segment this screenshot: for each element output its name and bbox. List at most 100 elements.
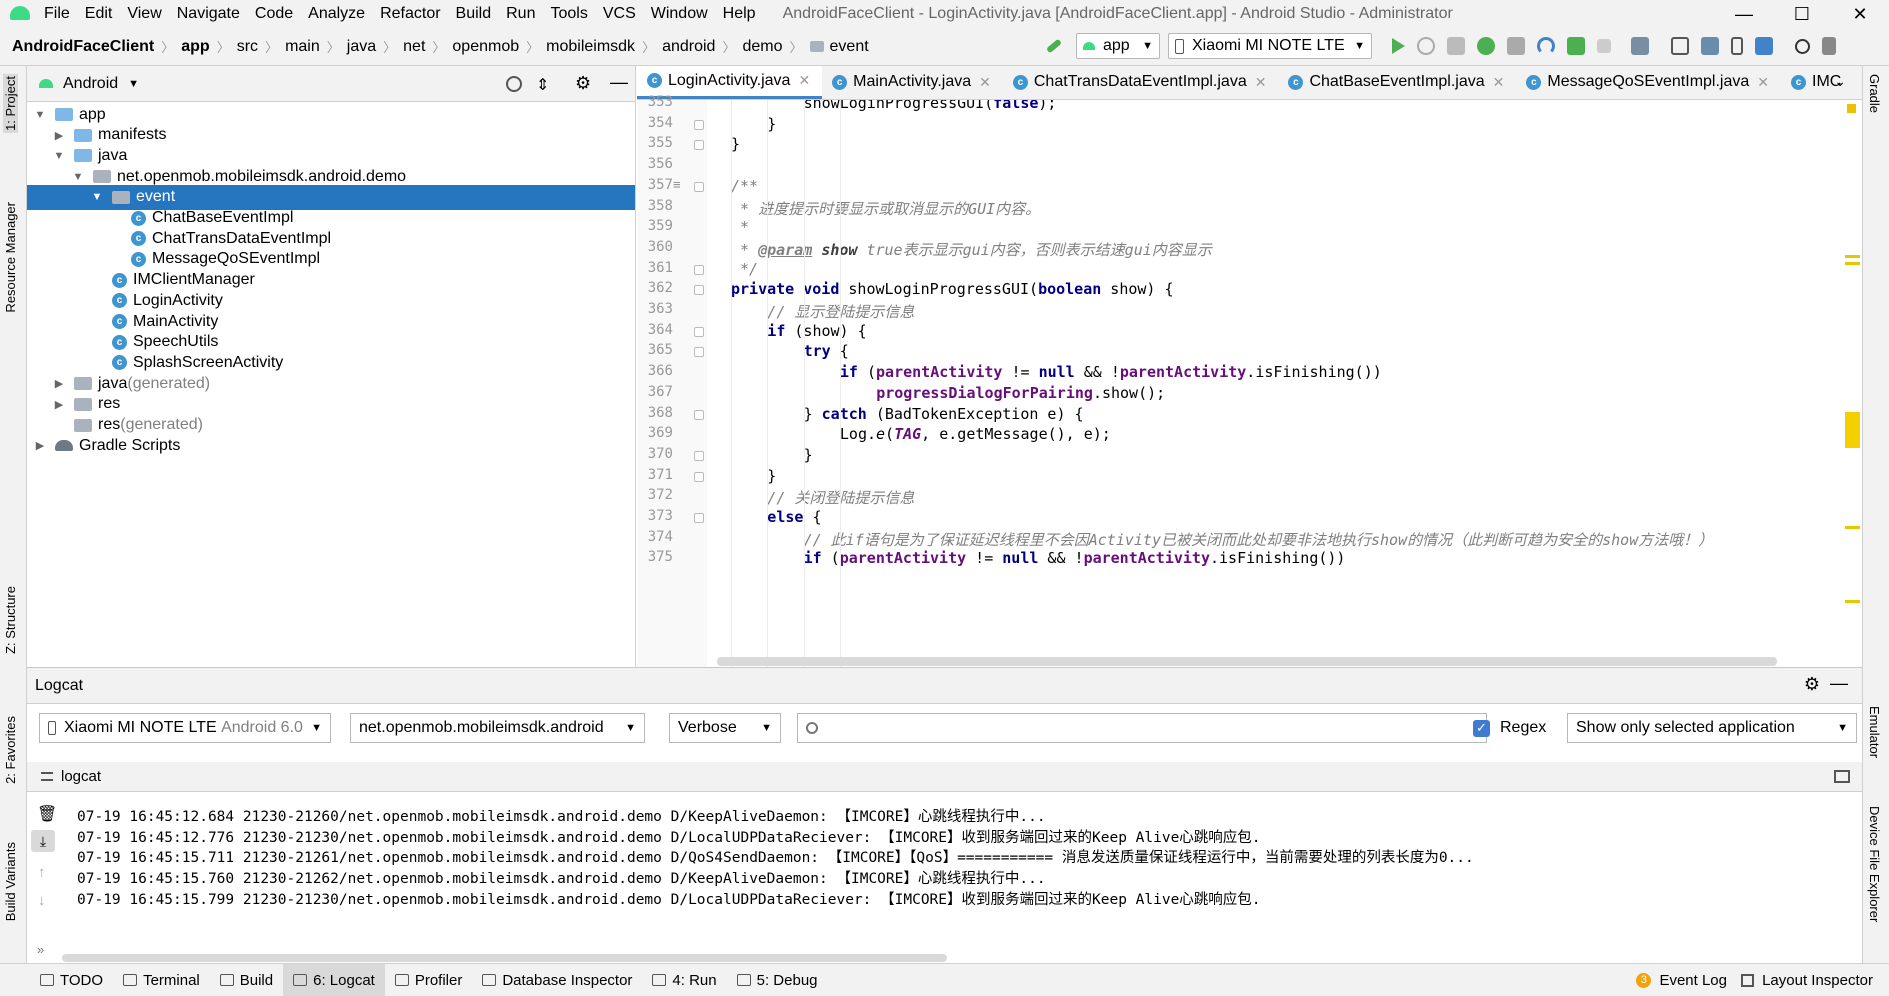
tool-tab-structure[interactable]: Z: Structure [3, 586, 18, 654]
log-level-select[interactable]: Verbose ▼ [669, 713, 781, 743]
menu-window[interactable]: Window [651, 5, 708, 23]
menu-edit[interactable]: Edit [85, 5, 113, 23]
hide-icon[interactable]: — [610, 72, 628, 93]
menu-navigate[interactable]: Navigate [177, 5, 240, 23]
menu-code[interactable]: Code [255, 5, 293, 23]
menu-analyze[interactable]: Analyze [308, 5, 365, 23]
code-line[interactable]: } [767, 467, 776, 485]
gear-icon[interactable]: ⚙ [1804, 674, 1820, 695]
run-config-select[interactable]: app ▼ [1076, 33, 1160, 59]
code-line[interactable]: */ [731, 260, 758, 278]
breadcrumb-item[interactable]: src [237, 38, 258, 56]
code-line[interactable]: } catch (BadTokenException e) { [804, 405, 1084, 423]
close-tab-icon[interactable]: ✕ [1255, 74, 1267, 91]
editor-tab[interactable]: c ChatTransDataEventImpl.java ✕ [1003, 66, 1279, 99]
layout-icon[interactable] [1834, 770, 1850, 783]
locate-icon[interactable] [506, 76, 522, 92]
log-line[interactable]: 07-19 16:45:15.799 21230-21230/net.openm… [77, 888, 1261, 909]
event-log-button[interactable]: 3 Event Log [1626, 964, 1737, 996]
code-line[interactable]: showLoginProgressGUI(false); [804, 100, 1057, 112]
tool-tab-favorites[interactable]: 2: Favorites [3, 716, 18, 784]
profiler-icon[interactable] [1537, 37, 1555, 55]
code-line[interactable]: } [767, 115, 776, 133]
tool-tab-build-variants[interactable]: Build Variants [3, 842, 18, 921]
structure-icon[interactable] [1822, 37, 1836, 55]
menu-tools[interactable]: Tools [550, 5, 587, 23]
log-search-box[interactable] [797, 713, 1487, 743]
code-line[interactable]: if (show) { [767, 322, 866, 340]
log-line[interactable]: 07-19 16:45:12.684 21230-21260/net.openm… [77, 805, 1046, 826]
collapsed-arrow-icon[interactable]: ▶ [33, 439, 47, 452]
bottom-tab-todo[interactable]: TODO [30, 964, 113, 996]
device-manager-icon[interactable] [1731, 37, 1743, 55]
menu-vcs[interactable]: VCS [603, 5, 636, 23]
attach-process-icon[interactable] [1567, 37, 1585, 55]
close-icon[interactable]: ✕ [1831, 0, 1889, 28]
collapse-all-icon[interactable]: ⇕ [536, 75, 549, 95]
close-tab-icon[interactable]: ✕ [1493, 74, 1505, 91]
logcat-subtab[interactable]: logcat [61, 768, 101, 785]
tool-tab-project[interactable]: 1: Project [3, 74, 18, 133]
hide-icon[interactable]: — [1830, 673, 1848, 694]
bottom-tab-build[interactable]: Build [210, 964, 283, 996]
gear-icon[interactable]: ⚙ [575, 73, 591, 94]
editor-tab[interactable]: c ChatBaseEventImpl.java ✕ [1278, 66, 1516, 99]
expanded-arrow-icon[interactable]: ▼ [33, 109, 47, 121]
bottom-tab-debug[interactable]: 5: Debug [727, 964, 828, 996]
maximize-icon[interactable]: ☐ [1773, 0, 1831, 28]
breadcrumb-item[interactable]: mobileimsdk [546, 38, 635, 56]
close-tab-icon[interactable]: ✕ [798, 72, 810, 89]
debug-icon[interactable] [1477, 37, 1495, 55]
code-line[interactable]: * 进度提示时要显示或取消显示的GUI内容。 [731, 198, 1040, 219]
collapsed-arrow-icon[interactable]: ▶ [52, 398, 66, 411]
close-tab-icon[interactable]: ✕ [979, 74, 991, 91]
collapsed-arrow-icon[interactable]: ▶ [52, 377, 66, 390]
search-icon[interactable] [1795, 38, 1810, 54]
hammer-build-icon[interactable] [1045, 38, 1063, 54]
chevron-down-icon[interactable]: ▼ [128, 78, 139, 90]
editor-tab[interactable]: c MessageQoSEventImpl.java ✕ [1516, 66, 1781, 99]
apply-changes-icon[interactable] [1417, 37, 1435, 55]
minimize-icon[interactable]: — [1715, 0, 1773, 28]
code-line[interactable]: try { [804, 342, 849, 360]
expanded-arrow-icon[interactable]: ▼ [52, 150, 66, 162]
code-line[interactable]: if (parentActivity != null && !parentAct… [840, 363, 1382, 381]
sync-project-icon[interactable] [1631, 37, 1649, 55]
breadcrumb-item[interactable]: android [662, 38, 715, 56]
regex-checkbox[interactable]: ✓ Regex [1473, 719, 1546, 737]
editor-tab[interactable]: c MainActivity.java ✕ [822, 66, 1003, 99]
project-view-select[interactable]: Android [63, 75, 118, 93]
breadcrumb-item[interactable]: openmob [452, 38, 519, 56]
layout-inspector-button[interactable]: Layout Inspector [1731, 964, 1883, 996]
code-line[interactable]: /** [731, 177, 758, 195]
code-line[interactable]: else { [767, 508, 821, 526]
filter-select[interactable]: Show only selected application ▼ [1567, 713, 1857, 743]
device-select[interactable]: Xiaomi MI NOTE LTE Android 6.0 ▼ [39, 713, 331, 743]
down-arrow-icon[interactable]: ↓ [38, 892, 46, 909]
menu-build[interactable]: Build [456, 5, 492, 23]
bottom-tab-terminal[interactable]: Terminal [113, 964, 210, 996]
collapsed-arrow-icon[interactable]: ▶ [52, 129, 66, 142]
checkbox-checked-icon[interactable]: ✓ [1473, 719, 1490, 737]
log-line[interactable]: 07-19 16:45:12.776 21230-21230/net.openm… [77, 826, 1261, 847]
expanded-arrow-icon[interactable]: ▼ [90, 191, 104, 203]
layout-inspector-icon[interactable] [1755, 37, 1773, 55]
breadcrumb-item[interactable]: demo [742, 38, 782, 56]
up-arrow-icon[interactable]: ↑ [38, 864, 46, 881]
breadcrumb-item[interactable]: event [830, 38, 869, 56]
menu-view[interactable]: View [127, 5, 161, 23]
process-select[interactable]: net.openmob.mobileimsdk.android ▼ [350, 713, 645, 743]
breadcrumb-item[interactable]: AndroidFaceClient [12, 38, 154, 56]
log-line[interactable]: 07-19 16:45:15.711 21230-21261/net.openm… [77, 846, 1474, 867]
scroll-to-end-icon[interactable]: ⤓ [31, 830, 55, 852]
bottom-tab-profiler[interactable]: Profiler [385, 964, 473, 996]
close-tab-icon[interactable]: ✕ [1757, 74, 1769, 91]
warning-marker[interactable] [1845, 600, 1860, 603]
avd-manager-icon[interactable] [1671, 37, 1689, 55]
menu-help[interactable]: Help [723, 5, 756, 23]
bottom-tab-database-inspector[interactable]: Database Inspector [472, 964, 642, 996]
tool-tab-device-file-explorer[interactable]: Device File Explorer [1867, 806, 1882, 922]
device-select[interactable]: Xiaomi MI NOTE LTE ▼ [1168, 33, 1372, 59]
warning-marker[interactable] [1845, 412, 1860, 448]
tab-list-chevron-icon[interactable]: ⌄ [1834, 73, 1846, 90]
